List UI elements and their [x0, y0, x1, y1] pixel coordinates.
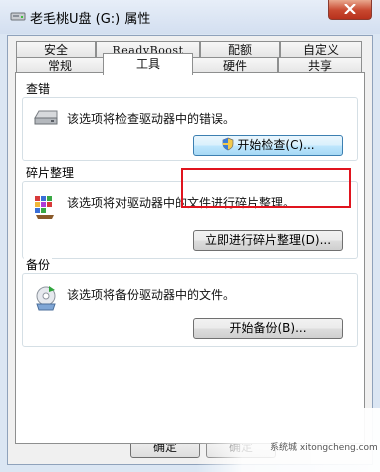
start-backup-button[interactable]: 开始备份(B)...	[193, 318, 343, 339]
watermark-text: 系统城 xitongcheng.com	[270, 443, 378, 453]
defrag-now-button[interactable]: 立即进行碎片整理(D)...	[193, 230, 343, 251]
defrag-now-label: 立即进行碎片整理(D)...	[204, 233, 332, 247]
backup-description: 该选项将备份驱动器中的文件。	[67, 288, 236, 302]
tab-label: 工具	[135, 57, 160, 71]
tab-tools[interactable]: 工具	[103, 53, 193, 75]
start-check-button[interactable]: 开始检查(C)...	[193, 135, 343, 156]
window-title: 老毛桃U盘 (G:) 属性	[30, 12, 151, 27]
close-icon	[344, 4, 356, 14]
check-description: 该选项将检查驱动器中的错误。	[67, 112, 236, 126]
dialog-content: 安全 ReadyBoost 配额 自定义 常规 工具 硬件 共享 查错 该选项将…	[7, 35, 373, 465]
shield-icon	[223, 137, 234, 151]
highlight-box	[181, 168, 351, 208]
error-check-group: 查错 该选项将检查驱动器中的错误。 开始检查(C)...	[22, 80, 358, 161]
group-title-backup: 备份	[24, 256, 53, 273]
start-check-label: 开始检查(C)...	[237, 138, 315, 152]
start-backup-label: 开始备份(B)...	[229, 321, 307, 335]
usb-drive-icon	[10, 12, 26, 21]
title-bar: 老毛桃U盘 (G:) 属性	[0, 0, 380, 34]
group-title-check: 查错	[24, 80, 53, 97]
close-button[interactable]	[328, 0, 372, 20]
group-title-defrag: 碎片整理	[24, 164, 77, 181]
backup-group: 备份 该选项将备份驱动器中的文件。 开始备份(B)...	[22, 256, 358, 347]
drive-icon	[34, 110, 58, 125]
defrag-icon	[35, 196, 54, 219]
tools-panel: 查错 该选项将检查驱动器中的错误。 开始检查(C)... 碎片整理 该选项将对驱…	[15, 72, 365, 444]
backup-icon	[36, 286, 56, 311]
